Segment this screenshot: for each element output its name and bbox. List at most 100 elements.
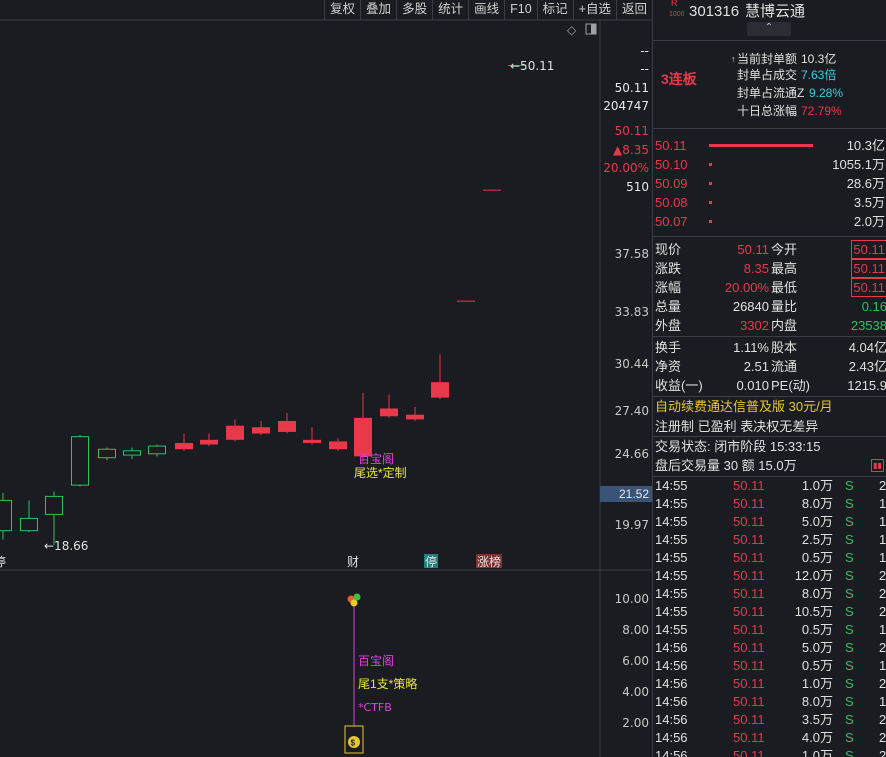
tick-row[interactable]: 14:56 50.11 1.0万 S 2 [653,675,886,693]
bid-volume-bar [709,220,712,223]
axis-label: 37.58 [614,247,649,261]
axis-label: -- [640,44,649,58]
tick-row[interactable]: 14:55 50.11 0.5万 S 1 [653,549,886,567]
candle[interactable] [45,491,63,545]
quote-panel: R 1000 301316 慧博云通 ⌃ 3连板 ↑ 当前封单额 10.3亿 封… [652,0,886,757]
indicator-axis-label: 2.00 [622,716,649,730]
candle[interactable] [303,427,321,445]
money-bag-icon[interactable]: $ [344,725,364,754]
tick-row[interactable]: 14:56 50.11 0.5万 S 1 [653,657,886,675]
stat-row: 涨跌 8.35 最高 50.11 [655,259,886,278]
candle[interactable] [226,419,244,442]
toolbar-button-2[interactable]: 多股 [396,0,432,20]
candle[interactable] [20,500,38,533]
high-marker: ←50.11 [510,59,554,73]
low-marker: ←18.66 [44,539,88,553]
bid-row[interactable]: 50.07 2.0万 [653,212,886,231]
axis-label: 20.00% [603,161,649,175]
stock-name: 慧博云通 [745,3,806,20]
tick-row[interactable]: 14:56 50.11 1.0万 S 2 [653,747,886,757]
collapse-chevron-icon[interactable]: ⌃ [747,22,791,36]
toolbar-button-8[interactable]: 返回 [615,0,652,20]
stock-header[interactable]: R 1000 301316 慧博云通 [653,0,886,24]
balloon-icon[interactable] [347,593,361,607]
candle[interactable] [148,444,166,457]
diamond-icon[interactable]: ◇ [567,23,577,37]
indicator-axis-label: 4.00 [622,685,649,699]
stat-row: 涨幅 20.00% 最低 50.11 [655,278,886,297]
indicator-axis-label: 8.00 [622,623,649,637]
candle[interactable] [0,492,12,540]
annotation-weixuan: 尾选*定制 [354,465,407,480]
stat-row: 总量 26840 量比 0.16 [655,299,886,314]
tick-row[interactable]: 14:55 50.11 0.5万 S 1 [653,621,886,639]
candle[interactable] [406,406,424,421]
kline-chart-area[interactable]: ←50.11 ←18.66 百宝阁 尾选*定制财停涨榜停百宝阁 尾1支*策略 *CTFB $… [0,0,652,757]
tick-row[interactable]: 14:56 50.11 8.0万 S 1 [653,693,886,711]
annotation-baobao: 百宝阁 [358,452,394,466]
candle[interactable] [200,433,218,447]
event-marker[interactable]: 财 [346,554,360,569]
candle[interactable] [252,420,270,436]
stat-row: 净资 2.51 流通 2.43亿 [655,359,886,374]
axis-label: 19.97 [614,518,649,532]
seal-ratio-row: 封单占成交 7.63倍 [737,68,837,82]
stat-row: 收益(一) 0.010 PE(动) 1215.9 [655,378,886,393]
tick-row[interactable]: 14:55 50.11 5.0万 S 1 [653,513,886,531]
bid-row[interactable]: 50.08 3.5万 [653,193,886,212]
axis-label: 24.66 [614,447,649,461]
tick-row[interactable]: 14:56 50.11 5.0万 S 2 [653,639,886,657]
tick-row[interactable]: 14:56 50.11 3.5万 S 2 [653,711,886,729]
after-hours-row: 盘后交易量 30 额 15.0万 ▮▮ [653,456,886,475]
event-marker[interactable]: 停 [424,554,438,569]
stock-code: 301316 [689,3,740,20]
candle[interactable] [175,433,193,451]
toolbar-button-6[interactable]: 标记 [536,0,573,20]
badge-number: 1000 [669,11,685,18]
svg-text:财: 财 [347,555,359,569]
toolbar-button-3[interactable]: 统计 [432,0,468,20]
toolbar-button-7[interactable]: +自选 [572,0,616,20]
axis-label: ▲8.35 [613,143,649,157]
candle[interactable] [329,438,347,451]
toolbar-button-4[interactable]: 画线 [468,0,504,20]
promo-row[interactable]: 自动续费通达信普及版 30元/月 [653,397,886,416]
bid-volume-bar [709,182,712,185]
tick-row[interactable]: 14:56 50.11 4.0万 S 2 [653,729,886,747]
axis-label: -- [640,62,649,76]
candle[interactable] [380,394,398,418]
candle[interactable] [431,354,449,400]
bid-row[interactable]: 50.11 10.3亿 [653,136,886,155]
candle[interactable] [278,413,296,434]
axis-label: 204747 [603,99,649,113]
axis-label: 27.40 [614,404,649,418]
bid-volume-bar [709,201,712,204]
event-marker[interactable]: 涨榜 [476,554,502,569]
annotation-strategy: 尾1支*策略 [358,676,417,691]
chart-icon[interactable]: ▮▮ [871,459,884,472]
toolbar-button-0[interactable]: 复权 [324,0,360,20]
tick-row[interactable]: 14:55 50.11 8.0万 S 1 [653,495,886,513]
candle[interactable] [483,189,501,191]
annotation-ctfb: *CTFB [358,701,392,714]
trade-status-row: 交易状态: 闭市阶段 15:33:15 [655,439,821,454]
tick-row[interactable]: 14:55 50.11 10.5万 S 2 [653,603,886,621]
svg-text:涨榜: 涨榜 [477,554,501,569]
candle[interactable] [457,300,475,302]
candle[interactable] [71,435,89,487]
bid-row[interactable]: 50.10 1055.1万 [653,155,886,174]
tick-row[interactable]: 14:55 50.11 12.0万 S 2 [653,567,886,585]
bid-row[interactable]: 50.09 28.6万 [653,174,886,193]
tick-row[interactable]: 14:55 50.11 2.5万 S 1 [653,531,886,549]
tick-row[interactable]: 14:55 50.11 1.0万 S 2 [653,477,886,495]
candle[interactable] [123,447,141,460]
event-marker-left: 停 [0,554,6,569]
tick-row[interactable]: 14:55 50.11 8.0万 S 2 [653,585,886,603]
axis-label: 33.83 [614,305,649,319]
kline-chart[interactable]: ←50.11←18.66百宝阁尾选*定制财停涨榜停百宝阁尾1支*策略*CTFB$… [0,0,652,757]
current-price-badge: 21.52 [600,486,652,502]
candle[interactable] [98,447,116,461]
toolbar-button-5[interactable]: F10 [504,0,537,20]
promo-link[interactable]: 自动续费通达信普及版 30元/月 [655,397,833,416]
toolbar-button-1[interactable]: 叠加 [360,0,396,20]
